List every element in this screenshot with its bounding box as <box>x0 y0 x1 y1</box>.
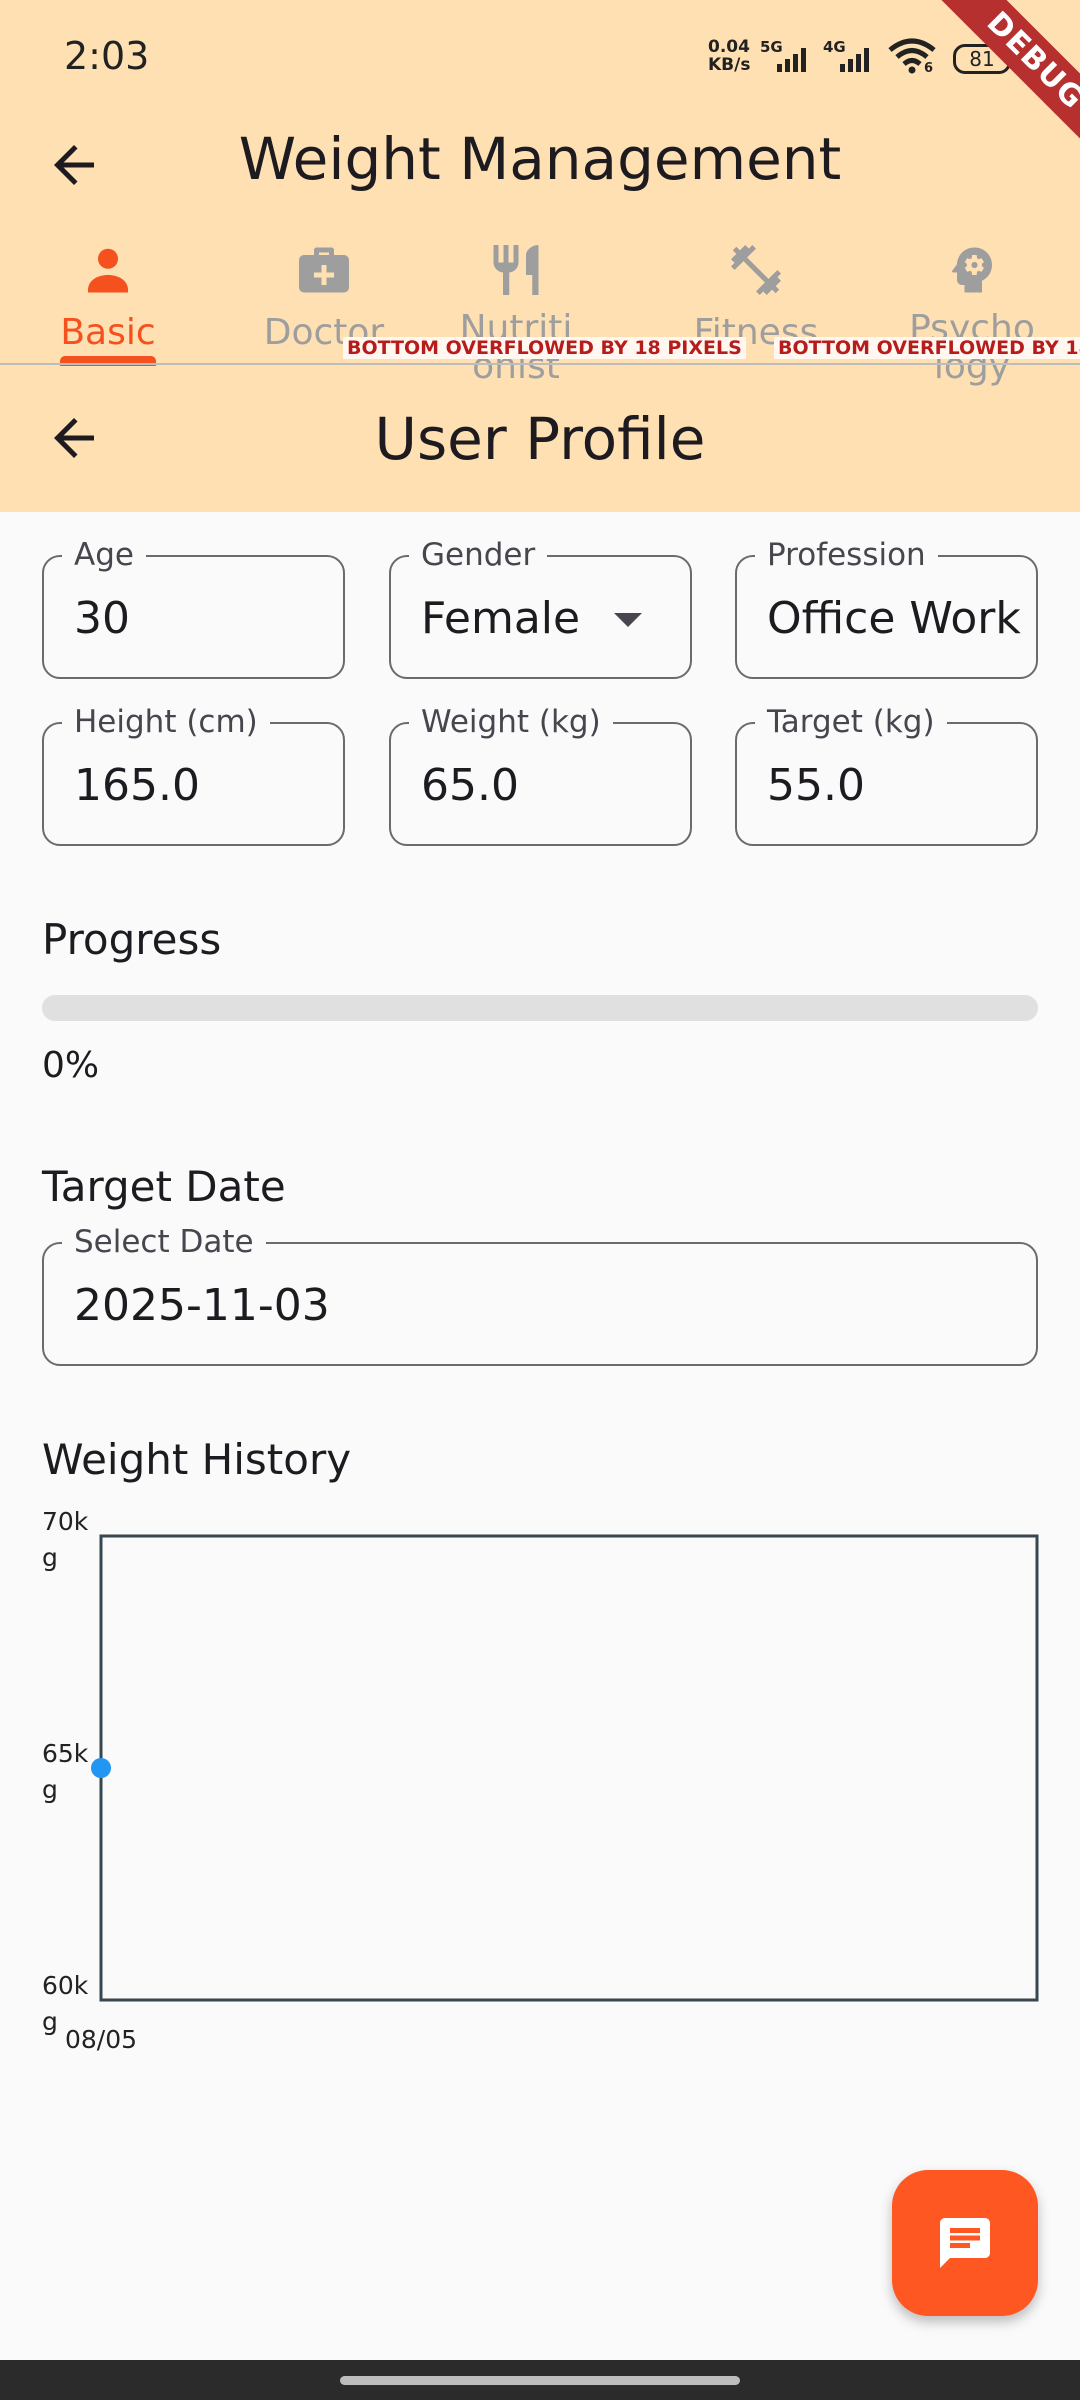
tab-basic[interactable]: Basic <box>0 240 216 400</box>
home-gesture-handle[interactable] <box>340 2376 740 2385</box>
tab-fitness[interactable]: Fitness <box>648 240 864 400</box>
restaurant-icon <box>493 245 539 295</box>
gender-value: Female <box>421 593 581 644</box>
status-bar: 2:03 0.04 KB/s 5G 4G 6 81 <box>0 0 1080 110</box>
tab-doctor[interactable]: Doctor <box>216 240 432 400</box>
y-tick-label-unit: g <box>42 2007 58 2036</box>
net-speed: 0.04 KB/s <box>708 37 751 75</box>
progress-percent: 0% <box>42 1045 100 1086</box>
weight-field[interactable]: Weight (kg) 65.0 <box>389 702 692 846</box>
dumbbell-icon <box>731 245 781 295</box>
weight-history-title: Weight History <box>42 1435 352 1484</box>
y-tick-label: 70k <box>42 1507 89 1536</box>
profession-field[interactable]: Profession Office Work <box>735 535 1038 679</box>
profession-label: Profession <box>755 535 938 575</box>
dropdown-caret-icon <box>614 613 642 627</box>
target-date-value: 2025-11-03 <box>74 1280 330 1331</box>
chat-fab-button[interactable] <box>892 2170 1038 2316</box>
gender-dropdown[interactable]: Gender Female <box>389 535 692 679</box>
height-value: 165.0 <box>74 760 200 811</box>
person-icon <box>88 248 128 293</box>
target-date-title: Target Date <box>42 1162 286 1211</box>
tab-nutritionist[interactable]: Nutriti onist <box>408 240 624 400</box>
target-weight-value: 55.0 <box>767 760 865 811</box>
age-value: 30 <box>74 593 130 644</box>
weight-history-chart: 70kg65kg60kg08/05 <box>42 1507 1039 2054</box>
x-tick-label: 08/05 <box>65 2025 137 2054</box>
chart-border <box>99 1534 1039 2002</box>
y-tick-label-unit: g <box>42 1543 58 1572</box>
page-title: Weight Management <box>238 125 842 193</box>
signal-bars-icon <box>777 48 806 72</box>
profession-value: Office Work <box>767 593 1021 644</box>
profile-title: User Profile <box>374 405 706 473</box>
tab-divider <box>0 363 1080 365</box>
height-field[interactable]: Height (cm) 165.0 <box>42 702 345 846</box>
age-field[interactable]: Age 30 <box>42 535 345 679</box>
data-point <box>91 1758 111 1778</box>
tab-label: Basic <box>60 312 156 353</box>
medical-bag-icon <box>299 247 349 293</box>
weight-value: 65.0 <box>421 760 519 811</box>
weight-label: Weight (kg) <box>409 702 613 742</box>
height-label: Height (cm) <box>62 702 270 742</box>
target-weight-label: Target (kg) <box>755 702 947 742</box>
chat-icon <box>940 2218 990 2268</box>
chart-ticks: 70kg65kg60kg08/05 <box>42 1507 137 2054</box>
target-date-label: Select Date <box>62 1222 266 1262</box>
target-weight-field[interactable]: Target (kg) 55.0 <box>735 702 1038 846</box>
age-label: Age <box>62 535 146 575</box>
wifi-badge: 6 <box>924 61 934 76</box>
gender-label: Gender <box>409 535 548 575</box>
status-time: 2:03 <box>64 34 150 78</box>
psychology-icon <box>951 247 992 293</box>
overflow-warning: BOTTOM OVERFLOWED BY 18 PIXELS <box>343 337 746 359</box>
y-tick-label: 65k <box>42 1739 89 1768</box>
tab-psychology[interactable]: Psycho logy <box>864 240 1080 400</box>
progress-bar <box>42 995 1038 1021</box>
chart-points <box>91 1758 111 1778</box>
target-date-field[interactable]: Select Date 2025-11-03 <box>42 1222 1038 1366</box>
y-tick-label: 60k <box>42 1971 89 2000</box>
y-tick-label-unit: g <box>42 1775 58 1804</box>
progress-title: Progress <box>42 915 222 964</box>
overflow-warning: BOTTOM OVERFLOWED BY 18 <box>774 337 1080 359</box>
signal-bars-icon-2 <box>840 48 869 72</box>
